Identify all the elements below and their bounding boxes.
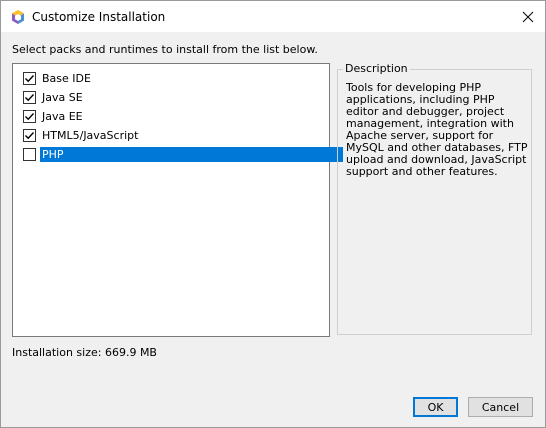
checkmark-icon: [25, 132, 35, 140]
netbeans-app-icon: [12, 10, 24, 24]
list-item-html5-javascript[interactable]: HTML5/JavaScript: [21, 127, 323, 144]
list-item-base-ide[interactable]: Base IDE: [21, 70, 323, 87]
checkbox-java-ee[interactable]: [23, 110, 36, 123]
checkmark-icon: [25, 94, 35, 102]
list-item-label: Java EE: [42, 110, 83, 123]
customize-installation-dialog: Customize Installation Select packs and …: [0, 0, 546, 428]
installation-size: Installation size: 669.9 MB: [12, 346, 157, 359]
packs-list[interactable]: Base IDE Java SE Java EE HTML5/JavaScrip…: [12, 63, 343, 337]
title-bar[interactable]: Customize Installation: [1, 1, 545, 32]
window-title: Customize Installation: [32, 10, 166, 24]
list-item-java-se[interactable]: Java SE: [21, 89, 323, 106]
close-icon: [522, 11, 534, 22]
list-item-label: Base IDE: [42, 72, 91, 85]
checkmark-icon: [25, 113, 35, 121]
checkbox-html5-javascript[interactable]: [23, 129, 36, 142]
checkbox-php[interactable]: [23, 148, 36, 161]
list-item-label: PHP: [40, 147, 343, 162]
list-item-label: Java SE: [42, 91, 83, 104]
list-item-java-ee[interactable]: Java EE: [21, 108, 323, 125]
description-legend: Description: [343, 62, 410, 75]
checkbox-java-se[interactable]: [23, 91, 36, 104]
list-item-php[interactable]: PHP: [21, 146, 343, 163]
description-text: Tools for developing PHP applications, i…: [346, 81, 528, 178]
instruction-text: Select packs and runtimes to install fro…: [12, 43, 318, 56]
close-button[interactable]: [511, 1, 545, 32]
cancel-button[interactable]: Cancel: [468, 397, 533, 417]
checkmark-icon: [25, 75, 35, 83]
ok-button[interactable]: OK: [413, 397, 458, 417]
checkbox-base-ide[interactable]: [23, 72, 36, 85]
list-item-label: HTML5/JavaScript: [42, 129, 139, 142]
